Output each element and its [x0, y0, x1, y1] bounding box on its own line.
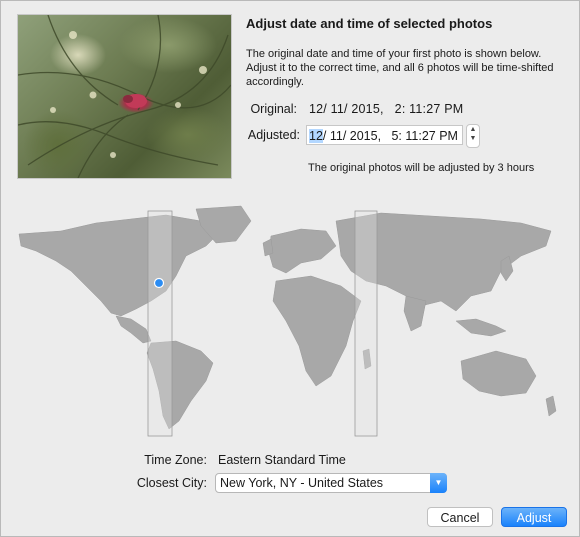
adjusted-datetime-rest[interactable]: / 11/ 2015, 5: 11:27 PM: [323, 129, 458, 143]
adjusted-datetime-field[interactable]: 12/ 11/ 2015, 5: 11:27 PM: [306, 125, 463, 145]
chevron-down-icon[interactable]: ▼: [430, 473, 447, 493]
adjust-button[interactable]: Adjust: [501, 507, 567, 527]
adjusted-month-segment[interactable]: 12: [309, 129, 323, 143]
photo-thumbnail: [17, 14, 232, 179]
cancel-button[interactable]: Cancel: [427, 507, 493, 527]
time-zone-value: Eastern Standard Time: [218, 453, 346, 467]
original-datetime: 12/ 11/ 2015, 2: 11:27 PM: [309, 102, 464, 116]
closest-city-label: Closest City:: [136, 476, 207, 490]
datetime-stepper[interactable]: ▲ ▼: [466, 124, 480, 148]
closest-city-select[interactable]: New York, NY - United States ▼: [215, 473, 447, 493]
dialog-title: Adjust date and time of selected photos: [246, 16, 493, 31]
original-label: Original:: [250, 102, 297, 116]
adjust-note: The original photos will be adjusted by …: [308, 162, 535, 174]
adjusted-label: Adjusted:: [247, 128, 300, 142]
time-zone-label: Time Zone:: [144, 453, 207, 467]
location-pin-icon[interactable]: [153, 277, 165, 289]
dialog-description: The original date and time of your first…: [246, 48, 554, 88]
stepper-down-icon[interactable]: ▼: [467, 134, 479, 143]
closest-city-value: New York, NY - United States: [220, 476, 384, 490]
adjust-date-time-dialog: Adjust date and time of selected photos …: [0, 0, 580, 537]
stepper-up-icon[interactable]: ▲: [467, 125, 479, 134]
time-zone-map[interactable]: [1, 201, 580, 441]
